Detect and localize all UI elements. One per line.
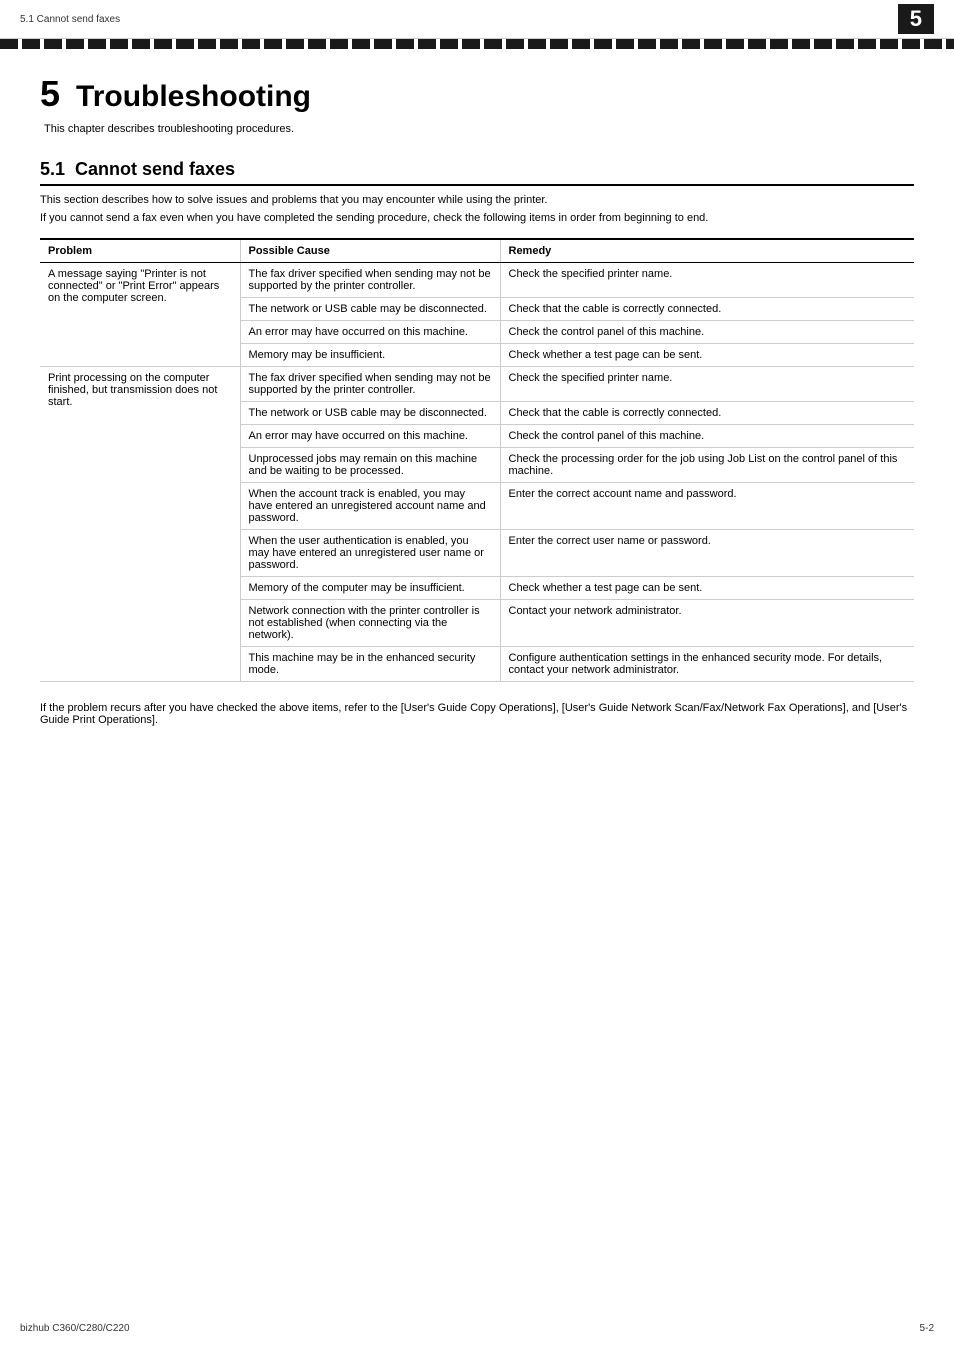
cause-cell: Memory of the computer may be insufficie… [240,577,500,600]
table-row: Print processing on the computer finishe… [40,367,914,402]
remedy-cell: Check the processing order for the job u… [500,448,914,483]
chapter-number: 5 [40,73,60,115]
remedy-cell: Check the control panel of this machine. [500,321,914,344]
cause-cell: This machine may be in the enhanced secu… [240,647,500,682]
remedy-cell: Check the control panel of this machine. [500,425,914,448]
cause-cell: When the user authentication is enabled,… [240,530,500,577]
remedy-cell: Enter the correct user name or password. [500,530,914,577]
cause-cell: The network or USB cable may be disconne… [240,298,500,321]
col-header-remedy: Remedy [500,239,914,263]
remedy-cell: Enter the correct account name and passw… [500,483,914,530]
remedy-cell: Check whether a test page can be sent. [500,577,914,600]
cause-cell: Network connection with the printer cont… [240,600,500,647]
footer-note: If the problem recurs after you have che… [40,702,914,726]
problem-cell: A message saying "Printer is not connect… [40,263,240,367]
cause-cell: Memory may be insufficient. [240,344,500,367]
footer-product-name: bizhub C360/C280/C220 [20,1323,130,1334]
table-row: A message saying "Printer is not connect… [40,263,914,298]
header-section-label: 5.1 Cannot send faxes [20,14,120,25]
remedy-cell: Check that the cable is correctly connec… [500,402,914,425]
remedy-cell: Configure authentication settings in the… [500,647,914,682]
decorative-bar [0,39,954,49]
chapter-title: 5 Troubleshooting [40,73,914,115]
section-desc2: If you cannot send a fax even when you h… [40,212,914,224]
remedy-cell: Check the specified printer name. [500,367,914,402]
problem-cell: Print processing on the computer finishe… [40,367,240,682]
col-header-cause: Possible Cause [240,239,500,263]
remedy-cell: Check whether a test page can be sent. [500,344,914,367]
cause-cell: The fax driver specified when sending ma… [240,367,500,402]
footer-page-number: 5-2 [920,1323,934,1334]
chapter-intro: This chapter describes troubleshooting p… [44,123,914,135]
cause-cell: The fax driver specified when sending ma… [240,263,500,298]
page-footer: bizhub C360/C280/C220 5-2 [0,1323,954,1334]
remedy-cell: Check that the cable is correctly connec… [500,298,914,321]
section-name: Cannot send faxes [75,159,235,180]
cause-cell: Unprocessed jobs may remain on this mach… [240,448,500,483]
cause-cell: An error may have occurred on this machi… [240,321,500,344]
remedy-cell: Contact your network administrator. [500,600,914,647]
chapter-badge: 5 [898,4,934,34]
cause-cell: The network or USB cable may be disconne… [240,402,500,425]
chapter-name: Troubleshooting [76,80,311,114]
col-header-problem: Problem [40,239,240,263]
troubleshooting-table: Problem Possible Cause Remedy A message … [40,238,914,682]
remedy-cell: Check the specified printer name. [500,263,914,298]
section-title: 5.1 Cannot send faxes [40,159,914,186]
main-content: 5 Troubleshooting This chapter describes… [0,49,954,766]
page-header: 5.1 Cannot send faxes 5 [0,0,954,39]
section-desc1: This section describes how to solve issu… [40,194,914,206]
cause-cell: When the account track is enabled, you m… [240,483,500,530]
cause-cell: An error may have occurred on this machi… [240,425,500,448]
section-number: 5.1 [40,159,65,180]
